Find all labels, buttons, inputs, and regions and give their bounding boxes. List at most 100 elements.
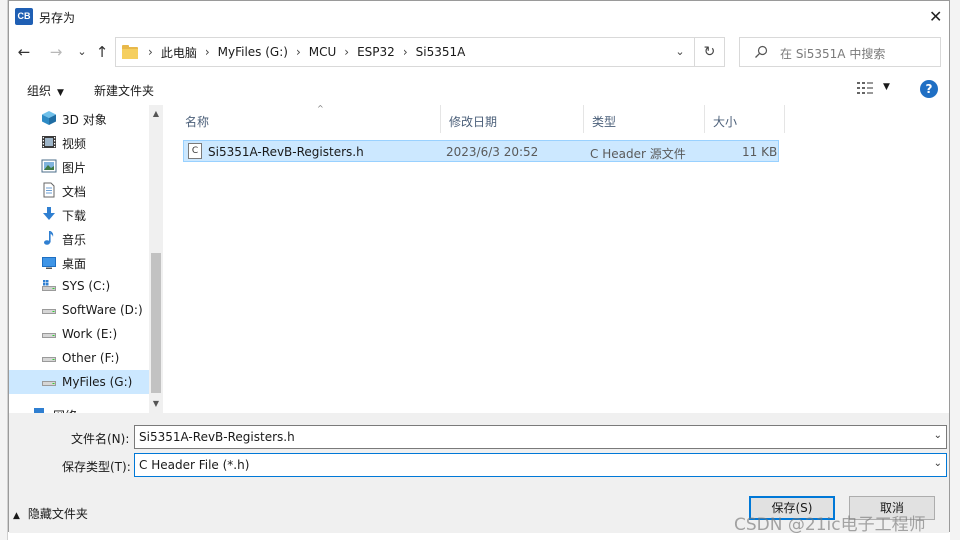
breadcrumb-this-pc[interactable]: 此电脑 bbox=[155, 44, 203, 61]
sidebar-item-software-drive[interactable]: SoftWare (D:) bbox=[9, 298, 149, 322]
column-header-label: 类型 bbox=[592, 115, 617, 129]
drive-icon bbox=[42, 357, 56, 362]
breadcrumb-separator[interactable]: › bbox=[294, 45, 303, 59]
drive-icon bbox=[42, 309, 56, 314]
filetype-label: 保存类型(T): bbox=[62, 460, 131, 474]
sidebar-item-other-drive[interactable]: Other (F:) bbox=[9, 346, 149, 370]
music-icon bbox=[44, 231, 54, 245]
background-window-right bbox=[950, 0, 960, 540]
file-list: 名称 ^ 修改日期 类型 大小 C Si5351A-RevB-Registers… bbox=[165, 104, 949, 413]
breadcrumb-esp32[interactable]: ESP32 bbox=[351, 45, 401, 59]
scroll-up-icon[interactable]: ▲ bbox=[149, 109, 163, 118]
breadcrumb-separator[interactable]: › bbox=[401, 45, 410, 59]
sidebar-item-label: Other (F:) bbox=[62, 351, 120, 365]
file-size: 11 KB bbox=[742, 145, 778, 159]
filename-field[interactable]: Si5351A-RevB-Registers.h ⌄ bbox=[134, 425, 947, 449]
drive-icon bbox=[42, 381, 56, 386]
scrollbar-thumb[interactable] bbox=[151, 253, 161, 393]
file-date: 2023/6/3 20:52 bbox=[446, 145, 539, 159]
documents-icon bbox=[43, 182, 55, 198]
hide-folders-toggle[interactable]: ▲ 隐藏文件夹 bbox=[13, 505, 88, 522]
column-header-label: 名称 bbox=[185, 115, 210, 129]
command-bar: 组织 ▼ 新建文件夹 ▼ ? bbox=[9, 77, 949, 103]
filename-value: Si5351A-RevB-Registers.h bbox=[139, 430, 295, 444]
breadcrumb-mcu[interactable]: MCU bbox=[303, 45, 343, 59]
column-header-date[interactable]: 修改日期 bbox=[441, 105, 584, 133]
watermark: CSDN @21ic电子工程师 bbox=[734, 515, 926, 535]
filename-label: 文件名(N): bbox=[71, 432, 130, 446]
chevron-down-icon[interactable]: ⌄ bbox=[934, 458, 942, 469]
sidebar-item-sys-drive[interactable]: SYS (C:) bbox=[9, 274, 149, 298]
save-as-dialog: CB 另存为 ✕ ← → ⌄ ↑ › 此电脑 › MyFiles (G:) › … bbox=[8, 0, 950, 533]
search-icon bbox=[755, 45, 768, 58]
sidebar-item-label: 视频 bbox=[62, 137, 87, 151]
video-icon bbox=[42, 136, 56, 148]
view-caret-icon[interactable]: ▼ bbox=[883, 82, 890, 92]
column-header-label: 大小 bbox=[713, 115, 738, 129]
sidebar-item-label: Work (E:) bbox=[62, 327, 118, 341]
sidebar-item-label: 3D 对象 bbox=[62, 113, 107, 127]
sidebar-item-downloads[interactable]: 下载 bbox=[9, 202, 149, 226]
refresh-icon[interactable]: ↻ bbox=[695, 37, 725, 67]
sidebar-item-label: 桌面 bbox=[62, 257, 87, 271]
file-row[interactable]: C Si5351A-RevB-Registers.h 2023/6/3 20:5… bbox=[183, 140, 779, 162]
recent-locations-chevron-icon[interactable]: ⌄ bbox=[71, 41, 93, 63]
new-folder-button[interactable]: 新建文件夹 bbox=[94, 82, 154, 99]
sidebar-item-label: SoftWare (D:) bbox=[62, 303, 143, 317]
breadcrumb-separator[interactable]: › bbox=[342, 45, 351, 59]
sidebar-item-music[interactable]: 音乐 bbox=[9, 226, 149, 250]
c-header-file-icon: C bbox=[188, 143, 202, 159]
column-header-size[interactable]: 大小 bbox=[705, 105, 785, 133]
caret-down-icon: ▼ bbox=[57, 88, 64, 98]
navigation-pane: 3D 对象 视频 图片 文档 下载 音乐 桌面 SYS (C:) SoftWar… bbox=[9, 105, 163, 413]
breadcrumb-si5351a[interactable]: Si5351A bbox=[410, 45, 472, 59]
breadcrumb-separator[interactable]: › bbox=[203, 45, 212, 59]
sidebar-item-video[interactable]: 视频 bbox=[9, 130, 149, 154]
help-icon[interactable]: ? bbox=[920, 80, 938, 98]
sidebar-item-label: 文档 bbox=[62, 185, 87, 199]
downloads-icon bbox=[43, 207, 55, 220]
sidebar-item-label: MyFiles (G:) bbox=[62, 375, 133, 389]
3d-objects-icon bbox=[42, 111, 56, 125]
drive-icon bbox=[42, 333, 56, 338]
sidebar-item-desktop[interactable]: 桌面 bbox=[9, 250, 149, 274]
folder-icon bbox=[122, 45, 138, 59]
file-name: Si5351A-RevB-Registers.h bbox=[208, 145, 364, 159]
up-arrow-icon[interactable]: ↑ bbox=[91, 41, 113, 63]
dialog-title: 另存为 bbox=[39, 11, 76, 25]
sidebar-item-pictures[interactable]: 图片 bbox=[9, 154, 149, 178]
sidebar-item-myfiles-drive[interactable]: MyFiles (G:) bbox=[9, 370, 149, 394]
navigation-bar: ← → ⌄ ↑ › 此电脑 › MyFiles (G:) › MCU › ESP… bbox=[9, 37, 949, 69]
app-icon: CB bbox=[15, 8, 33, 25]
search-input[interactable]: 在 Si5351A 中搜索 bbox=[780, 45, 885, 62]
close-icon[interactable]: ✕ bbox=[929, 7, 942, 26]
sidebar-item-label: 音乐 bbox=[62, 233, 87, 247]
address-bar[interactable]: › 此电脑 › MyFiles (G:) › MCU › ESP32 › Si5… bbox=[115, 37, 695, 67]
back-arrow-icon[interactable]: ← bbox=[13, 41, 35, 63]
caret-up-icon: ▲ bbox=[13, 511, 20, 521]
filetype-select[interactable]: C Header File (*.h) ⌄ bbox=[134, 453, 947, 477]
search-box[interactable]: 在 Si5351A 中搜索 bbox=[739, 37, 941, 67]
breadcrumb-separator: › bbox=[148, 45, 153, 59]
breadcrumb-myfiles[interactable]: MyFiles (G:) bbox=[212, 45, 294, 59]
scroll-down-icon[interactable]: ▼ bbox=[149, 399, 163, 408]
organize-menu-button[interactable]: 组织 ▼ bbox=[27, 82, 64, 99]
sidebar-item-work-drive[interactable]: Work (E:) bbox=[9, 322, 149, 346]
chevron-down-icon[interactable]: ⌄ bbox=[934, 430, 942, 441]
sidebar-item-documents[interactable]: 文档 bbox=[9, 178, 149, 202]
network-icon bbox=[34, 408, 44, 413]
sidebar-item-network[interactable]: 网络 bbox=[9, 402, 149, 413]
view-options-icon[interactable] bbox=[857, 81, 873, 95]
forward-arrow-icon[interactable]: → bbox=[45, 41, 67, 63]
address-dropdown-icon[interactable]: ⌄ bbox=[670, 38, 690, 66]
file-type: C Header 源文件 bbox=[590, 147, 686, 161]
sidebar-item-label: 图片 bbox=[62, 161, 87, 175]
system-drive-icon bbox=[42, 280, 56, 291]
column-header-name[interactable]: 名称 ^ bbox=[177, 104, 441, 133]
column-header-type[interactable]: 类型 bbox=[584, 105, 705, 133]
sidebar-item-label: 下载 bbox=[62, 209, 87, 223]
sidebar-item-3d-objects[interactable]: 3D 对象 bbox=[9, 106, 149, 130]
navigation-pane-scrollbar[interactable]: ▲ ▼ bbox=[149, 105, 163, 413]
organize-label: 组织 bbox=[27, 84, 52, 98]
title-bar: CB 另存为 ✕ bbox=[9, 1, 949, 33]
